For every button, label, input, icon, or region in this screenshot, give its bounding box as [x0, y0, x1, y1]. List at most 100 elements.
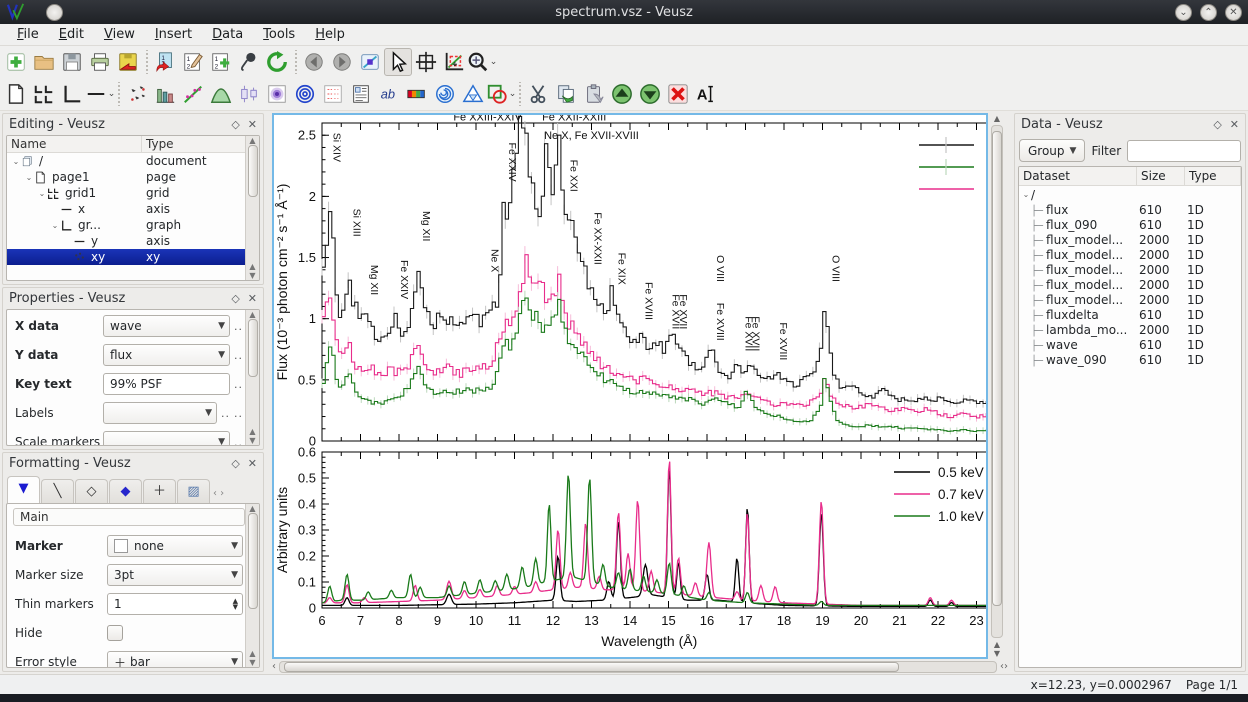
tab-plot-line[interactable]: ╲ — [41, 479, 74, 503]
tab-marker-fill[interactable]: ◆ — [109, 479, 142, 503]
add-polar-button[interactable] — [431, 80, 459, 108]
window-menu-icon[interactable] — [46, 4, 63, 21]
maximize-button[interactable]: ⌃ — [1200, 4, 1217, 21]
cut-widget-button[interactable] — [524, 80, 552, 108]
close-panel-icon[interactable]: ✕ — [1230, 118, 1239, 131]
plot-vertical-scrollbar[interactable]: ▲ ▲ ▼ — [988, 113, 1006, 659]
error-style-combo[interactable]: ＋bar▼ — [107, 651, 243, 668]
tree-item-xy[interactable]: xyxy — [7, 249, 259, 265]
add-fit-button[interactable] — [179, 80, 207, 108]
open-document-button[interactable] — [30, 48, 58, 76]
more-button[interactable]: .. — [234, 320, 243, 333]
tree-header[interactable]: Name Type — [7, 136, 259, 153]
group-button[interactable]: Group▼ — [1019, 139, 1085, 162]
add-page-button[interactable] — [2, 80, 30, 108]
minimize-button[interactable]: ⌄ — [1175, 4, 1192, 21]
float-panel-icon[interactable]: ◇ — [231, 457, 239, 470]
scroll-down-icon[interactable]: ▼ — [994, 649, 1000, 658]
reload-data-button[interactable] — [263, 48, 291, 76]
add-function-button[interactable] — [207, 80, 235, 108]
properties-scrollbar[interactable]: ▲▲▼ — [245, 310, 259, 445]
undo-button[interactable] — [300, 48, 328, 76]
import-data-button[interactable]: 12 — [151, 48, 179, 76]
dataset-row-flux_model[interactable]: ├─flux_model...20001D — [1021, 277, 1239, 292]
add-shape-button[interactable]: ⌄ — [487, 80, 515, 108]
tree-item-y[interactable]: yaxis — [7, 233, 259, 249]
tab-error-bar[interactable]: ＋ — [143, 479, 176, 503]
marker-combo[interactable]: none▼ — [107, 535, 243, 557]
tab-main[interactable]: ▼ — [7, 476, 40, 503]
plot-horizontal-scrollbar[interactable]: ‹ ‹ › — [272, 659, 1008, 674]
close-panel-icon[interactable]: ✕ — [248, 457, 257, 470]
y-data-combo[interactable]: flux▼ — [103, 344, 230, 366]
dataset-row-flux_model[interactable]: ├─flux_model...20001D — [1021, 247, 1239, 262]
x-data-combo[interactable]: wave▼ — [103, 315, 230, 337]
more-button[interactable]: .. — [221, 407, 230, 420]
add-axis-button[interactable] — [58, 80, 86, 108]
marker-size-combo[interactable]: 3pt▼ — [107, 564, 243, 586]
scroll-right-icon[interactable]: › — [1004, 661, 1008, 672]
scale-markers-combo[interactable]: ▼ — [103, 431, 230, 446]
tree-item-[interactable]: ⌄/document — [7, 153, 259, 169]
menu-data[interactable]: Data — [203, 25, 252, 44]
more-button[interactable]: .. — [234, 407, 243, 420]
edit-data-button[interactable]: 12 — [179, 48, 207, 76]
dataset-row-flux_model[interactable]: ├─flux_model...20001D — [1021, 232, 1239, 247]
add-colorbar-button[interactable] — [403, 80, 431, 108]
add-grid-button[interactable] — [30, 80, 58, 108]
tab-scroll-arrows[interactable]: ‹ › — [211, 488, 226, 503]
tab-marker-border[interactable]: ◇ — [75, 479, 108, 503]
scroll-up-icon[interactable]: ▲ — [994, 640, 1000, 649]
add-image-button[interactable] — [263, 80, 291, 108]
menu-tools[interactable]: Tools — [254, 25, 304, 44]
add-ternary-button[interactable] — [459, 80, 487, 108]
dataset-row-fluxdelta[interactable]: ├─fluxdelta6101D — [1021, 307, 1239, 322]
add-bar-button[interactable] — [151, 80, 179, 108]
float-panel-icon[interactable]: ◇ — [1213, 118, 1221, 131]
zoom-into-graph-button[interactable] — [440, 48, 468, 76]
menu-help[interactable]: Help — [306, 25, 354, 44]
view-zoom-into-page-button[interactable] — [356, 48, 384, 76]
menu-file[interactable]: File — [8, 25, 48, 44]
close-panel-icon[interactable]: ✕ — [248, 118, 257, 131]
scroll-up-icon[interactable]: ▲ — [994, 114, 1000, 123]
add-boxplot-button[interactable] — [235, 80, 263, 108]
add-key-button[interactable] — [319, 80, 347, 108]
move-up-widget-button[interactable] — [608, 80, 636, 108]
more-button[interactable]: .. — [234, 436, 243, 447]
thin-markers-spinner[interactable]: 1▲▼ — [107, 593, 243, 615]
tree-item-grid1[interactable]: ⌄grid1grid — [7, 185, 259, 201]
move-down-widget-button[interactable] — [636, 80, 664, 108]
copy-widget-button[interactable] — [552, 80, 580, 108]
float-panel-icon[interactable]: ◇ — [231, 292, 239, 305]
scroll-left-icon[interactable]: ‹ — [272, 661, 276, 672]
select-items-button[interactable] — [384, 48, 412, 76]
tree-item-x[interactable]: xaxis — [7, 201, 259, 217]
zoom-menu-button[interactable]: ⌄ — [468, 48, 496, 76]
redo-button[interactable] — [328, 48, 356, 76]
add-text-label-button[interactable]: ab — [375, 80, 403, 108]
labels-combo[interactable]: ▼ — [103, 402, 217, 424]
read-data-points-button[interactable] — [412, 48, 440, 76]
key-text-field[interactable]: 99% PSF — [103, 373, 230, 395]
add-xy-button[interactable] — [123, 80, 151, 108]
plot-window[interactable]: 00.511.522.500.10.20.30.40.50.6678910111… — [272, 113, 988, 659]
tree-item-page1[interactable]: ⌄page1page — [7, 169, 259, 185]
dataset-row-wave[interactable]: ├─wave6101D — [1021, 337, 1239, 352]
dataset-row-flux[interactable]: ├─flux6101D — [1021, 202, 1239, 217]
menu-view[interactable]: View — [95, 25, 144, 44]
float-panel-icon[interactable]: ◇ — [231, 118, 239, 131]
print-document-button[interactable] — [86, 48, 114, 76]
menu-edit[interactable]: Edit — [50, 25, 93, 44]
dataset-row-lambda_mo[interactable]: ├─lambda_mo...20001D — [1021, 322, 1239, 337]
dataset-row-flux_090[interactable]: ├─flux_0906101D — [1021, 217, 1239, 232]
dropdown-arrow-icon[interactable]: ⌄ — [509, 89, 517, 99]
close-panel-icon[interactable]: ✕ — [248, 292, 257, 305]
rename-widget-button[interactable]: A — [692, 80, 720, 108]
close-button[interactable]: ✕ — [1225, 4, 1242, 21]
add-line-button[interactable]: ⌄ — [86, 80, 114, 108]
dataset-table-header[interactable]: Dataset Size Type — [1019, 167, 1241, 186]
tab-fill-below[interactable]: ▨ — [177, 479, 210, 503]
filter-input[interactable] — [1127, 140, 1241, 162]
dataset-row-flux_model[interactable]: ├─flux_model...20001D — [1021, 262, 1239, 277]
